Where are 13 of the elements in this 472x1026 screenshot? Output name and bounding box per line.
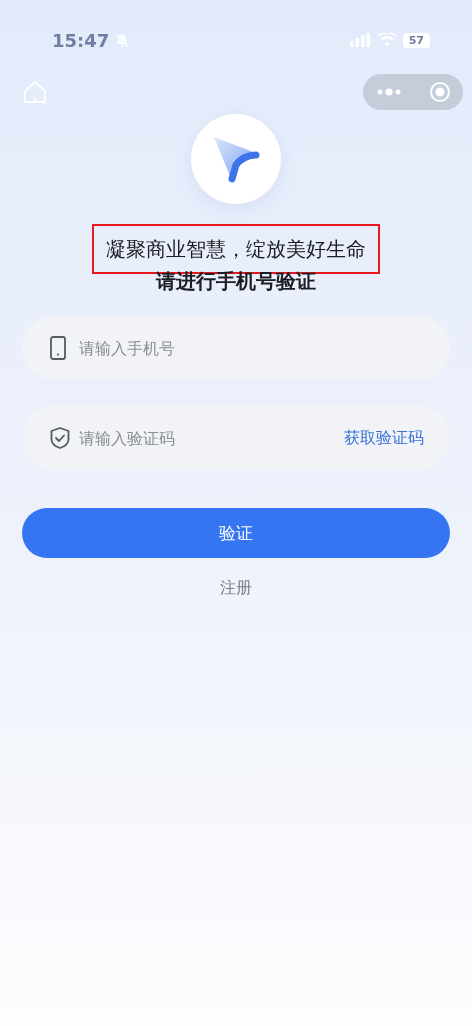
close-icon[interactable] bbox=[428, 81, 451, 103]
wifi-icon bbox=[377, 33, 397, 47]
home-icon[interactable] bbox=[22, 79, 48, 105]
phone-field[interactable]: 请输入手机号 bbox=[22, 316, 450, 380]
status-time: 15:47 bbox=[52, 29, 110, 51]
signal-icon bbox=[349, 33, 372, 47]
get-code-link[interactable]: 获取验证码 bbox=[344, 427, 424, 449]
more-icon[interactable] bbox=[375, 87, 402, 97]
shield-check-icon bbox=[50, 426, 70, 450]
phone-icon bbox=[50, 336, 66, 360]
register-link[interactable]: 注册 bbox=[220, 578, 252, 599]
battery-level: 57 bbox=[402, 32, 430, 48]
verify-button[interactable]: 验证 bbox=[22, 508, 450, 558]
